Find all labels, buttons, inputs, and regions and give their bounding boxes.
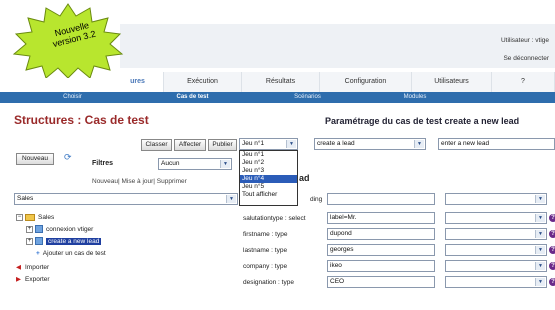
form-value-input[interactable]: georges [327, 244, 435, 256]
help-icon[interactable]: ? [549, 214, 555, 222]
import-link[interactable]: ◀ Importer [16, 262, 49, 273]
user-label: Utilisateur : vtige [500, 37, 549, 44]
dropdown-option-selected[interactable]: Jeu n°4 [240, 175, 297, 183]
arrow-right-icon: ▶ [16, 276, 21, 283]
tab-users[interactable]: Utilisateurs [412, 72, 492, 92]
filters-select[interactable]: Aucun ▼ [158, 158, 232, 170]
chevron-down-icon: ▼ [535, 195, 545, 203]
chevron-down-icon: ▼ [535, 278, 545, 286]
chevron-down-icon: ▼ [226, 195, 236, 203]
tree-root[interactable]: − Sales [16, 212, 54, 223]
subtab-test-cases[interactable]: Cas de test [145, 92, 240, 103]
classer-button[interactable]: Classer [141, 139, 172, 151]
export-link[interactable]: ▶ Exporter [16, 274, 50, 285]
form-label: ding [310, 196, 323, 203]
expand-icon[interactable]: + [26, 225, 33, 233]
dropdown-option[interactable]: Tout afficher [240, 191, 297, 199]
form-option-select[interactable]: ▼ [445, 228, 547, 240]
tab-help[interactable]: ? [492, 72, 555, 92]
chevron-down-icon: ▼ [286, 140, 296, 148]
tab-execution[interactable]: Exécution [164, 72, 242, 92]
form-option-select[interactable]: ▼ [445, 212, 547, 224]
dropdown-option[interactable]: Jeu n°5 [240, 183, 297, 191]
form-label: salutationtype : select [243, 215, 306, 222]
chevron-down-icon: ▼ [535, 246, 545, 254]
form-label: designation : type [243, 279, 294, 286]
chevron-down-icon: ▼ [535, 262, 545, 270]
dropdown-option[interactable]: Jeu n°1 [240, 151, 297, 159]
help-icon[interactable]: ? [549, 246, 555, 254]
chevron-down-icon: ▼ [535, 230, 545, 238]
dropdown-option[interactable]: Jeu n°2 [240, 159, 297, 167]
help-icon[interactable]: ? [549, 262, 555, 270]
expand-icon[interactable]: + [26, 237, 33, 245]
dropdown-option[interactable]: Jeu n°3 [240, 167, 297, 175]
filters-label: Filtres [92, 160, 114, 167]
subtab-scenarios[interactable]: Scénarios [240, 92, 375, 103]
form-option-select[interactable]: ▼ [445, 193, 547, 205]
form-value-input[interactable]: ikeo [327, 260, 435, 272]
module-select[interactable]: Sales ▼ [14, 193, 238, 205]
form-option-select[interactable]: ▼ [445, 260, 547, 272]
step-select[interactable]: enter a new lead [438, 138, 555, 150]
jeu-select[interactable]: Jeu n°1 ▼ [239, 138, 298, 150]
form-option-select[interactable]: ▼ [445, 244, 547, 256]
help-icon[interactable]: ? [549, 230, 555, 238]
chevron-down-icon: ▼ [220, 160, 230, 168]
form-value-input[interactable]: CEO [327, 276, 435, 288]
form-option-select[interactable]: ▼ [445, 276, 547, 288]
form-label: lastname : type [243, 247, 288, 254]
collapse-icon[interactable]: − [16, 213, 23, 221]
filters-links[interactable]: Nouveau| Mise à jour| Supprimer [92, 178, 187, 185]
add-test-case-link[interactable]: + Ajouter un cas de test [36, 248, 106, 259]
main-tabs: ures Exécution Résultats Configuration U… [112, 72, 555, 92]
form-label: firstname : type [243, 231, 288, 238]
user-info: Utilisateur : vtige Se déconnecter [501, 32, 549, 68]
header-band [120, 24, 555, 68]
test-case-icon [35, 225, 43, 234]
folder-icon [25, 213, 35, 221]
page-title: Structures : Cas de test [14, 113, 149, 127]
filters-box: Filtres Aucun ▼ Nouveau| Mise à jour| Su… [88, 152, 238, 188]
subtab-choose[interactable]: Choisir [0, 92, 145, 103]
action-select[interactable]: create a lead ▼ [314, 138, 426, 150]
arrow-left-icon: ◀ [16, 264, 21, 271]
form-label: company : type [243, 263, 288, 270]
tab-configuration[interactable]: Configuration [320, 72, 412, 92]
subtab-modules[interactable]: Modules [375, 92, 455, 103]
plus-icon: + [36, 250, 40, 257]
lead-section-header: ad [299, 173, 310, 183]
test-case-icon [35, 237, 43, 246]
affecter-button[interactable]: Affecter [174, 139, 206, 151]
jeu-dropdown-list: Jeu n°1 Jeu n°2 Jeu n°3 Jeu n°4 Jeu n°5 … [239, 150, 298, 206]
publier-button[interactable]: Publier [208, 139, 237, 151]
logout-link[interactable]: Se déconnecter [501, 50, 549, 68]
chevron-down-icon: ▼ [535, 214, 545, 222]
form-value-input[interactable]: dupond [327, 228, 435, 240]
tab-results[interactable]: Résultats [242, 72, 320, 92]
refresh-icon[interactable]: ⟳ [64, 152, 72, 163]
nouveau-button[interactable]: Nouveau [16, 153, 54, 165]
tree-item[interactable]: + connexion vtiger [26, 224, 93, 235]
sub-tabs: Choisir Cas de test Scénarios Modules [0, 92, 555, 103]
chevron-down-icon: ▼ [414, 140, 424, 148]
tree-item-selected[interactable]: + create a new lead [26, 236, 102, 247]
param-title: Paramétrage du cas de test create a new … [325, 116, 520, 126]
form-value-input[interactable]: label=Mr. [327, 212, 435, 224]
tab-structures[interactable]: ures [112, 72, 164, 92]
form-value-input[interactable] [327, 193, 435, 205]
help-icon[interactable]: ? [549, 278, 555, 286]
